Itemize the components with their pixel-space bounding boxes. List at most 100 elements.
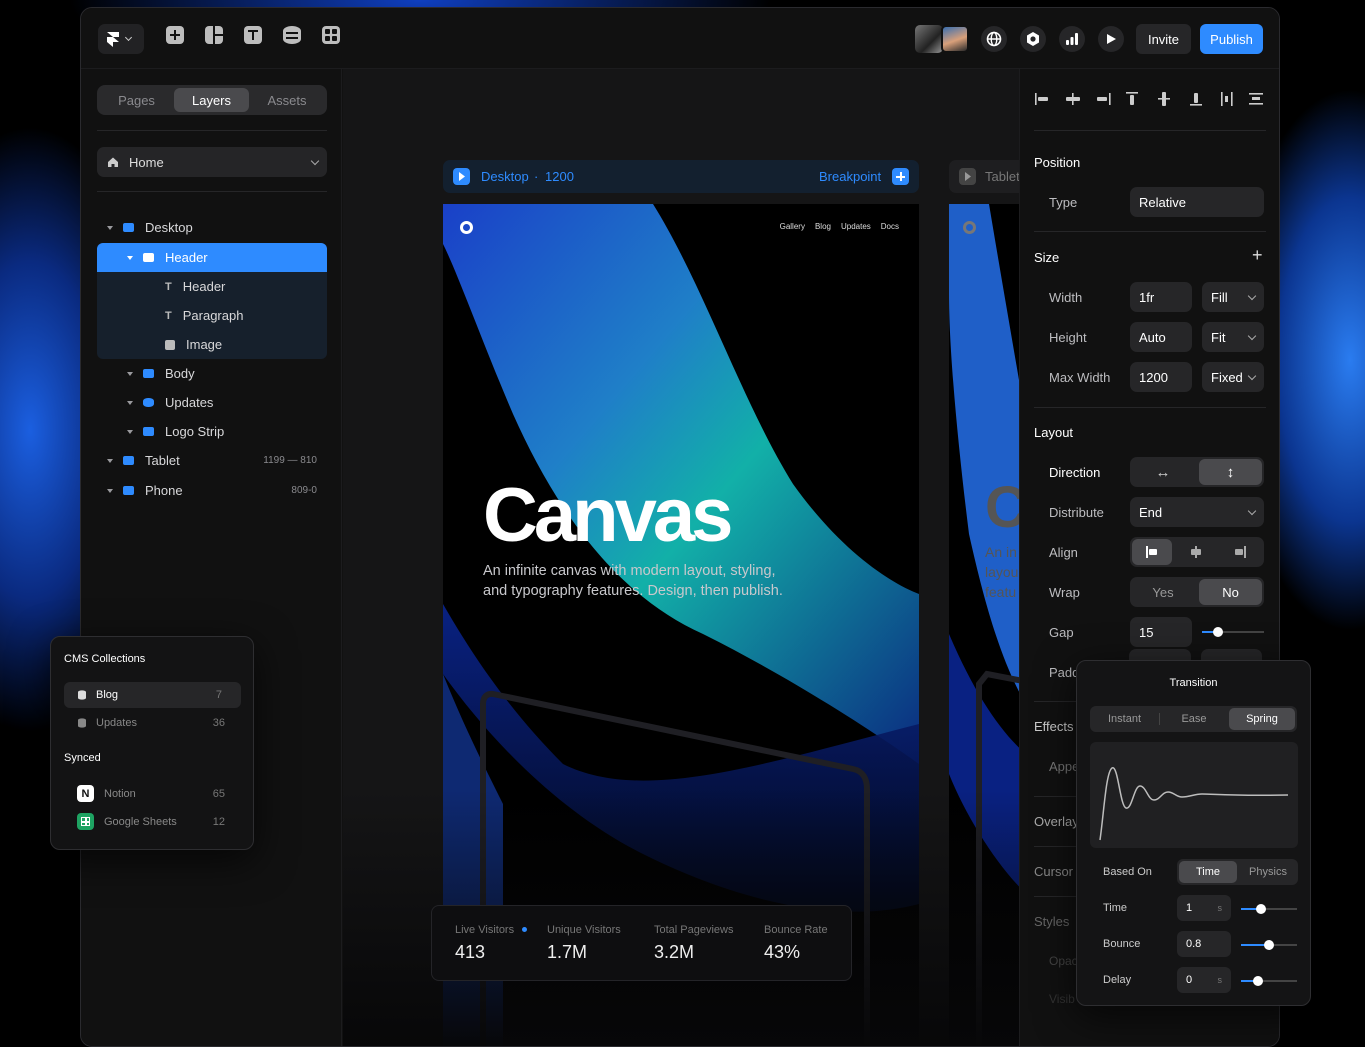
chevron-down-icon — [1247, 331, 1257, 341]
delay-slider-knob[interactable] — [1252, 976, 1263, 986]
cms-title: CMS Collections — [64, 653, 146, 665]
delay-label: Delay — [1103, 974, 1132, 986]
nav-link-docs[interactable]: Docs — [881, 222, 899, 231]
max-width-mode-select[interactable]: Fixed — [1202, 362, 1264, 392]
layer-row-desktop[interactable]: Desktop — [107, 213, 327, 242]
insert-button[interactable] — [164, 24, 186, 46]
layer-row-image[interactable]: Image — [165, 330, 325, 359]
wrap-no-option[interactable]: No — [1199, 579, 1262, 605]
align-toggle[interactable] — [1130, 537, 1264, 567]
collaborator-avatars[interactable] — [915, 25, 969, 53]
delay-input[interactable]: 0 s — [1177, 967, 1231, 993]
layer-row-body[interactable]: Body — [127, 359, 327, 388]
gap-label: Gap — [1049, 625, 1074, 640]
bounce-value: 0.8 — [1186, 938, 1202, 950]
align-bottom-icon[interactable] — [1190, 93, 1202, 106]
layer-row-logo-strip[interactable]: Logo Strip — [127, 417, 327, 446]
layer-row-phone[interactable]: Phone 809-0 — [107, 476, 327, 505]
tab-assets[interactable]: Assets — [250, 88, 324, 112]
distribute-v-icon[interactable] — [1249, 93, 1263, 105]
bounce-slider[interactable] — [1241, 940, 1297, 950]
settings-button[interactable] — [1020, 26, 1046, 52]
nav-link-updates[interactable]: Updates — [841, 222, 871, 231]
nav-link-gallery[interactable]: Gallery — [780, 222, 805, 231]
time-slider-knob[interactable] — [1255, 904, 1266, 914]
gap-input[interactable]: 15 — [1130, 617, 1192, 647]
height-input[interactable]: Auto — [1130, 322, 1192, 352]
distribute-h-icon[interactable] — [1221, 92, 1233, 106]
top-toolbar: Invite Publish — [81, 8, 1279, 69]
option-time[interactable]: Time — [1179, 861, 1237, 883]
distribute-select[interactable]: End — [1130, 497, 1264, 527]
stat-value: 43% — [764, 942, 801, 962]
align-right-icon[interactable] — [1097, 93, 1111, 105]
align-start-icon[interactable] — [1132, 539, 1172, 565]
option-physics[interactable]: Physics — [1238, 859, 1298, 885]
invite-button[interactable]: Invite — [1136, 24, 1191, 54]
transition-title: Transition — [1169, 677, 1218, 689]
components-button[interactable] — [320, 24, 342, 46]
synced-title: Synced — [64, 752, 101, 764]
cms-item-updates[interactable]: Updates 36 — [64, 710, 241, 736]
align-center-v-icon[interactable] — [1158, 92, 1170, 106]
synced-item-google-sheets[interactable]: Google Sheets 12 — [64, 809, 241, 835]
gap-slider-knob[interactable] — [1212, 627, 1223, 637]
align-left-icon[interactable] — [1035, 93, 1048, 105]
position-type-select[interactable]: Relative — [1130, 187, 1264, 217]
layer-row-updates[interactable]: Updates — [127, 388, 327, 417]
tab-ease[interactable]: Ease — [1160, 706, 1228, 732]
delay-slider[interactable] — [1241, 976, 1297, 986]
tab-layers[interactable]: Layers — [174, 88, 249, 112]
align-center-h-icon[interactable] — [1066, 93, 1080, 105]
gap-slider[interactable] — [1202, 627, 1264, 637]
breakpoint-bar[interactable]: Desktop · 1200 Breakpoint — [443, 160, 919, 193]
direction-horizontal-icon[interactable]: ↔ — [1130, 457, 1196, 487]
layer-row-header[interactable]: Header — [127, 243, 327, 272]
tab-instant[interactable]: Instant — [1090, 706, 1159, 732]
page-select[interactable]: Home — [97, 147, 327, 177]
play-icon[interactable] — [959, 168, 976, 185]
synced-item-notion[interactable]: N Notion 65 — [64, 781, 241, 807]
play-icon[interactable] — [453, 168, 470, 185]
cms-collections-panel: CMS Collections Blog 7 Updates 36 Synced… — [50, 636, 254, 850]
wrap-yes-option[interactable]: Yes — [1130, 577, 1196, 607]
nav-link-blog[interactable]: Blog — [815, 222, 831, 231]
align-top-icon[interactable] — [1126, 92, 1138, 105]
preview-button[interactable] — [1098, 26, 1124, 52]
bounce-slider-knob[interactable] — [1264, 940, 1274, 950]
layer-row-tablet[interactable]: Tablet 1199 — 810 — [107, 446, 327, 475]
framer-menu-button[interactable] — [98, 24, 144, 54]
add-breakpoint-label[interactable]: Breakpoint — [819, 169, 881, 184]
layout-button[interactable] — [203, 24, 225, 46]
align-center-icon[interactable] — [1176, 539, 1216, 565]
width-mode-select[interactable]: Fill — [1202, 282, 1264, 312]
tablet-breakpoint-bar[interactable]: Tablet — [949, 160, 1019, 193]
left-panel: Pages Layers Assets Home Desktop Header … — [81, 69, 342, 1046]
time-input[interactable]: 1 s — [1177, 895, 1231, 921]
wrap-toggle[interactable]: Yes No — [1130, 577, 1264, 607]
tablet-hero-title: C — [985, 474, 1019, 541]
layer-label: Updates — [165, 395, 214, 410]
direction-vertical-icon[interactable]: ↕ — [1199, 459, 1262, 485]
cms-button[interactable] — [281, 24, 303, 46]
publish-button[interactable]: Publish — [1200, 24, 1263, 54]
home-icon — [108, 157, 118, 167]
tab-spring[interactable]: Spring — [1229, 708, 1295, 730]
text-button[interactable] — [242, 24, 264, 46]
width-input[interactable]: 1fr — [1130, 282, 1192, 312]
direction-toggle[interactable]: ↔ ↕ — [1130, 457, 1264, 487]
canvas[interactable]: Desktop · 1200 Breakpoint Tablet Gallery… — [343, 69, 1019, 1046]
height-mode-select[interactable]: Fit — [1202, 322, 1264, 352]
align-end-icon[interactable] — [1220, 539, 1260, 565]
analytics-button[interactable] — [1059, 26, 1085, 52]
layer-row-header-text[interactable]: T Header — [165, 272, 325, 301]
time-slider[interactable] — [1241, 904, 1297, 914]
tab-pages[interactable]: Pages — [100, 88, 173, 112]
cms-item-blog[interactable]: Blog 7 — [64, 682, 241, 708]
site-settings-button[interactable] — [981, 26, 1007, 52]
layer-row-paragraph[interactable]: T Paragraph — [165, 301, 325, 330]
max-width-input[interactable]: 1200 — [1130, 362, 1192, 392]
add-size-button[interactable]: + — [1252, 245, 1263, 266]
bounce-input[interactable]: 0.8 — [1177, 931, 1231, 957]
add-breakpoint-button[interactable] — [892, 168, 909, 185]
